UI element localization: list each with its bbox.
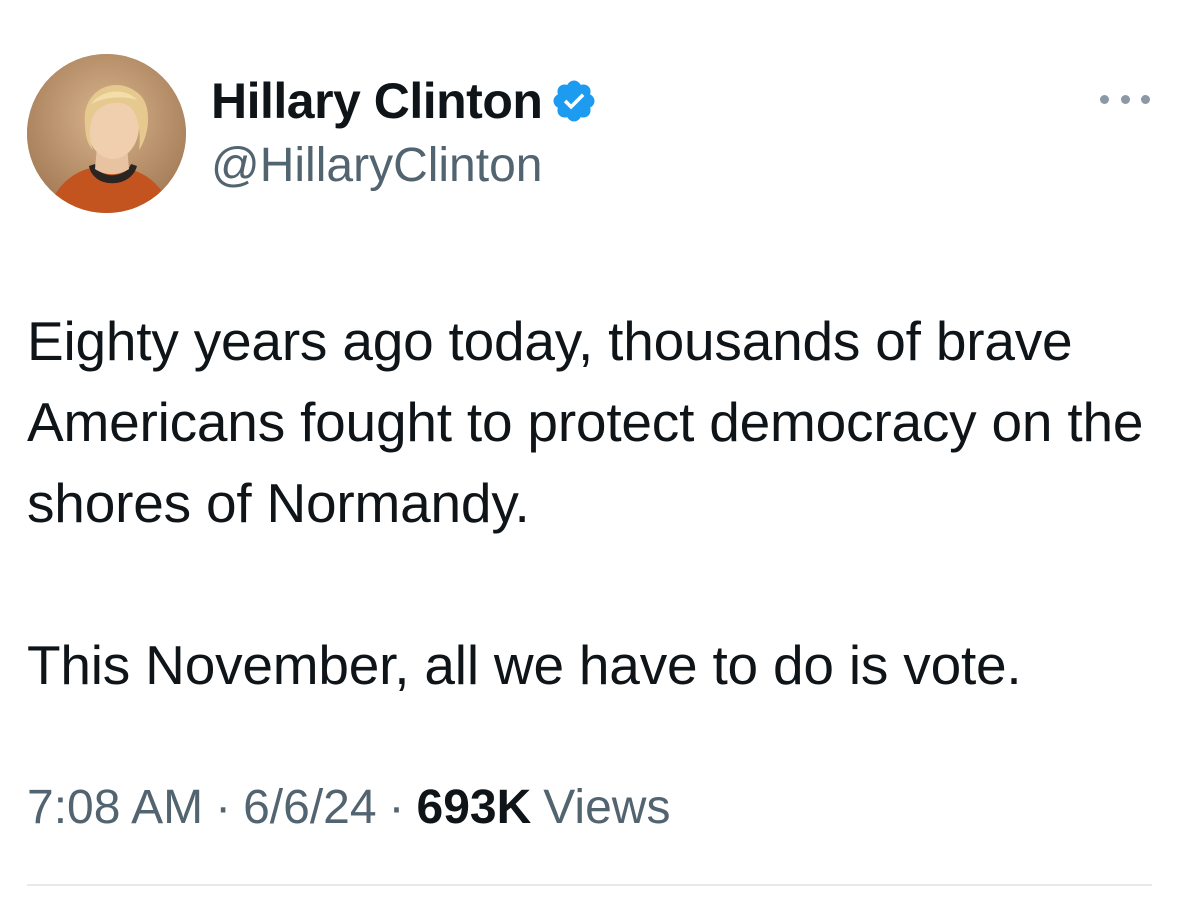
tweet-meta: 7:08 AM · 6/6/24 · 693K Views: [27, 780, 670, 835]
more-options-icon[interactable]: [1100, 84, 1150, 114]
divider: [27, 884, 1152, 886]
avatar[interactable]: [27, 54, 186, 213]
verified-badge-icon[interactable]: [550, 77, 598, 125]
display-name[interactable]: Hillary Clinton: [211, 72, 543, 130]
author-handle[interactable]: @HillaryClinton: [211, 138, 542, 193]
tweet-text: Eighty years ago today, thousands of bra…: [27, 301, 1147, 706]
tweet-paragraph: This November, all we have to do is vote…: [27, 634, 1022, 696]
author-name-row[interactable]: Hillary Clinton: [211, 70, 598, 132]
views-label[interactable]: Views: [543, 780, 670, 835]
tweet-date[interactable]: 6/6/24: [243, 780, 376, 835]
more-dot: [1120, 94, 1130, 104]
meta-separator: ·: [215, 781, 232, 834]
more-dot: [1100, 94, 1109, 104]
more-dot: [1141, 94, 1150, 104]
profile-photo: [27, 54, 186, 213]
tweet-paragraph: Eighty years ago today, thousands of bra…: [27, 310, 1144, 534]
views-count[interactable]: 693K: [417, 780, 532, 835]
tweet-time[interactable]: 7:08 AM: [27, 780, 203, 835]
meta-separator: ·: [388, 781, 405, 834]
